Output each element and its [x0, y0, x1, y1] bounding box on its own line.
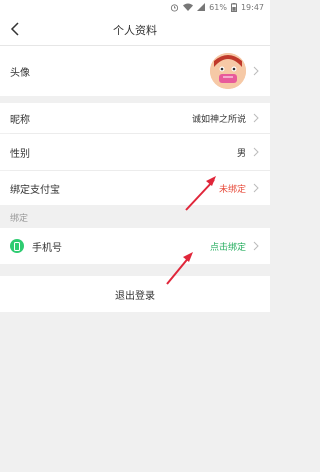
- arrow-to-alipay-icon: [185, 176, 216, 211]
- annotation-arrows: [166, 176, 216, 285]
- arrow-to-phone-icon: [166, 252, 193, 285]
